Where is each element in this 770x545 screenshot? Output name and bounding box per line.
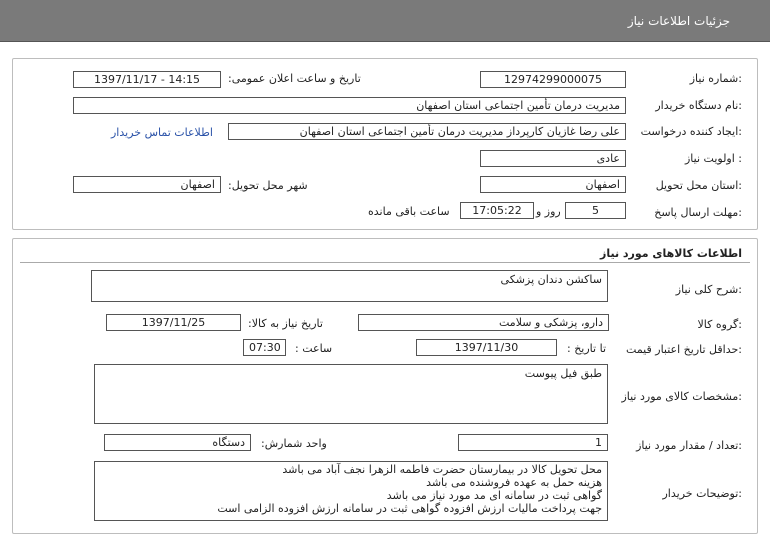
unit-field: دستگاه [104,434,251,451]
quantity-field: 1 [458,434,608,451]
notes-line: هزینه حمل به عهده فروشنده می باشد [426,476,602,489]
need-date-field: 1397/11/25 [106,314,241,331]
buyer-notes-field: محل تحویل کالا در بیمارستان حضرت فاطمه ا… [94,461,608,521]
need-number-label: شماره نیاز: [689,72,742,85]
section-divider [20,262,750,263]
unit-label: واحد شمارش: [261,437,327,450]
notes-line: محل تحویل کالا در بیمارستان حضرت فاطمه ا… [282,463,602,476]
province-field: اصفهان [480,176,626,193]
buyer-contact-link[interactable]: اطلاعات تماس خریدار [111,126,213,139]
need-number-field: 12974299000075 [480,71,626,88]
days-field: 5 [565,202,626,219]
buyer-notes-label: توضیحات خریدار: [662,487,743,500]
priority-label: اولویت نیاز : [684,152,742,165]
deadline-label: مهلت ارسال پاسخ: [654,206,742,219]
hour-field: 07:30 [243,339,286,356]
announce-date-field: 1397/11/17 - 14:15 [73,71,221,88]
buyer-field: مدیریت درمان تأمین اجتماعی استان اصفهان [73,97,626,114]
priority-field: عادی [480,150,626,167]
price-validity-label: حداقل تاریخ اعتبار قیمت: [626,343,742,356]
city-label: شهر محل تحویل: [228,179,308,192]
hour-label: ساعت : [295,342,333,355]
page-title: جزئیات اطلاعات نیاز [627,14,730,28]
city-field: اصفهان [73,176,221,193]
creator-field: علی رضا غازیان کارپرداز مدیریت درمان تأم… [228,123,626,140]
description-field: ساکشن دندان پزشکی [91,270,608,302]
quantity-label: تعداد / مقدار مورد نیاز: [636,439,742,452]
announce-date-label: تاریخ و ساعت اعلان عمومی: [228,72,361,85]
notes-line: گواهی ثبت در سامانه ای مد مورد نیاز می ب… [386,489,602,502]
goods-group-label: گروه کالا: [697,318,742,331]
time-field: 17:05:22 [460,202,534,219]
province-label: استان محل تحویل: [655,179,742,192]
notes-line: جهت پرداخت مالیات ارزش افزوده گواهی ثبت … [217,502,602,515]
days-and-label: روز و [536,205,561,218]
need-date-label: تاریخ نیاز به کالا: [248,317,323,330]
title-bar: جزئیات اطلاعات نیاز [0,0,770,42]
specs-field: طبق فیل پیوست [94,364,608,424]
creator-label: ایجاد کننده درخواست: [640,125,742,138]
buyer-label: نام دستگاه خریدار: [655,99,742,112]
description-label: شرح کلی نیاز: [675,283,742,296]
until-date-field: 1397/11/30 [416,339,557,356]
specs-label: مشخصات کالای مورد نیاز: [621,390,742,403]
goods-section-title: اطلاعات کالاهای مورد نیاز [600,247,742,260]
remaining-label: ساعت باقی مانده [368,205,450,218]
until-date-label: تا تاریخ : [567,342,606,355]
goods-group-field: دارو، پزشکی و سلامت [358,314,609,331]
